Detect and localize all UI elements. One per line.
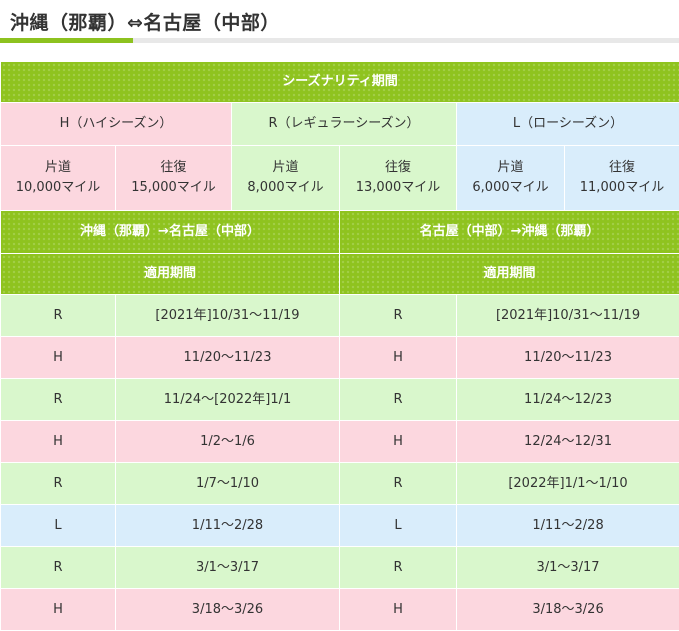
inbound-season-cell: R: [340, 295, 457, 337]
season-label-row: H（ハイシーズン） R（レギュラーシーズン） L（ローシーズン）: [1, 103, 679, 146]
miles-value: 8,000マイル: [232, 178, 339, 198]
outbound-season-cell: H: [1, 421, 116, 463]
outbound-season-cell: L: [1, 505, 116, 547]
one-way-label: 片道: [457, 158, 564, 178]
table-row: H3/18〜3/26H3/18〜3/26: [1, 589, 679, 631]
outbound-season-cell: R: [1, 295, 116, 337]
seasonality-header: シーズナリティ期間: [1, 62, 679, 103]
inbound-period-cell: [2021年]10/31〜11/19: [457, 295, 679, 337]
inbound-period-cell: 11/20〜11/23: [457, 337, 679, 379]
inbound-season-cell: H: [340, 337, 457, 379]
one-way-label: 片道: [1, 158, 115, 178]
table-row: R[2021年]10/31〜11/19R[2021年]10/31〜11/19: [1, 295, 679, 337]
miles-value: 6,000マイル: [457, 178, 564, 198]
table-row: R3/1〜3/17R3/1〜3/17: [1, 547, 679, 589]
inbound-period-cell: 11/24〜12/23: [457, 379, 679, 421]
outbound-season-cell: R: [1, 463, 116, 505]
fare-table: シーズナリティ期間 H（ハイシーズン） R（レギュラーシーズン） L（ローシーズ…: [0, 61, 679, 631]
season-label-high: H（ハイシーズン）: [1, 103, 232, 146]
outbound-route-header: 沖縄（那覇）→名古屋（中部）: [1, 211, 340, 254]
outbound-period-cell: 3/18〜3/26: [116, 589, 340, 631]
outbound-period-cell: 1/11〜2/28: [116, 505, 340, 547]
outbound-period-cell: 3/1〜3/17: [116, 547, 340, 589]
round-trip-label: 往復: [116, 158, 231, 178]
inbound-season-cell: R: [340, 463, 457, 505]
route-header-row: 沖縄（那覇）→名古屋（中部） 名古屋（中部）→沖縄（那覇）: [1, 211, 679, 254]
outbound-period-cell: 1/2〜1/6: [116, 421, 340, 463]
inbound-period-cell: [2022年]1/1〜1/10: [457, 463, 679, 505]
table-row: H11/20〜11/23H11/20〜11/23: [1, 337, 679, 379]
miles-value: 13,000マイル: [340, 178, 456, 198]
inbound-period-cell: 1/11〜2/28: [457, 505, 679, 547]
page-title: 沖縄（那覇）⇔名古屋（中部）: [10, 8, 280, 35]
inbound-season-cell: H: [340, 589, 457, 631]
outbound-period-cell: [2021年]10/31〜11/19: [116, 295, 340, 337]
outbound-season-cell: H: [1, 589, 116, 631]
outbound-period-header: 適用期間: [1, 254, 340, 295]
one-way-label: 片道: [232, 158, 339, 178]
miles-value: 10,000マイル: [1, 178, 115, 198]
table-row: H1/2〜1/6H12/24〜12/31: [1, 421, 679, 463]
inbound-period-cell: 3/18〜3/26: [457, 589, 679, 631]
miles-regular-round-trip: 往復13,000マイル: [340, 146, 457, 211]
inbound-period-cell: 12/24〜12/31: [457, 421, 679, 463]
inbound-season-cell: R: [340, 547, 457, 589]
table-row: L1/11〜2/28L1/11〜2/28: [1, 505, 679, 547]
table-row: R11/24〜[2022年]1/1R11/24〜12/23: [1, 379, 679, 421]
outbound-period-cell: 1/7〜1/10: [116, 463, 340, 505]
inbound-period-cell: 3/1〜3/17: [457, 547, 679, 589]
period-header-row: 適用期間 適用期間: [1, 254, 679, 295]
miles-low-round-trip: 往復11,000マイル: [565, 146, 679, 211]
miles-high-round-trip: 往復15,000マイル: [116, 146, 232, 211]
season-label-low: L（ローシーズン）: [457, 103, 679, 146]
miles-high-one-way: 片道10,000マイル: [1, 146, 116, 211]
miles-value: 15,000マイル: [116, 178, 231, 198]
title-underline-accent: [0, 38, 133, 43]
miles-row: 片道10,000マイル 往復15,000マイル 片道8,000マイル 往復13,…: [1, 146, 679, 211]
outbound-period-cell: 11/24〜[2022年]1/1: [116, 379, 340, 421]
inbound-season-cell: H: [340, 421, 457, 463]
miles-low-one-way: 片道6,000マイル: [457, 146, 565, 211]
inbound-season-cell: R: [340, 379, 457, 421]
inbound-season-cell: L: [340, 505, 457, 547]
title-bar: 沖縄（那覇）⇔名古屋（中部）: [0, 0, 679, 44]
inbound-period-header: 適用期間: [340, 254, 679, 295]
outbound-season-cell: R: [1, 547, 116, 589]
round-trip-label: 往復: [340, 158, 456, 178]
miles-regular-one-way: 片道8,000マイル: [232, 146, 340, 211]
round-trip-label: 往復: [565, 158, 679, 178]
miles-value: 11,000マイル: [565, 178, 679, 198]
period-rows: R[2021年]10/31〜11/19R[2021年]10/31〜11/19H1…: [1, 295, 679, 631]
seasonality-header-row: シーズナリティ期間: [1, 62, 679, 103]
outbound-season-cell: R: [1, 379, 116, 421]
table-row: R1/7〜1/10R[2022年]1/1〜1/10: [1, 463, 679, 505]
title-underline: [0, 38, 679, 43]
outbound-period-cell: 11/20〜11/23: [116, 337, 340, 379]
outbound-season-cell: H: [1, 337, 116, 379]
inbound-route-header: 名古屋（中部）→沖縄（那覇）: [340, 211, 679, 254]
season-label-regular: R（レギュラーシーズン）: [232, 103, 457, 146]
